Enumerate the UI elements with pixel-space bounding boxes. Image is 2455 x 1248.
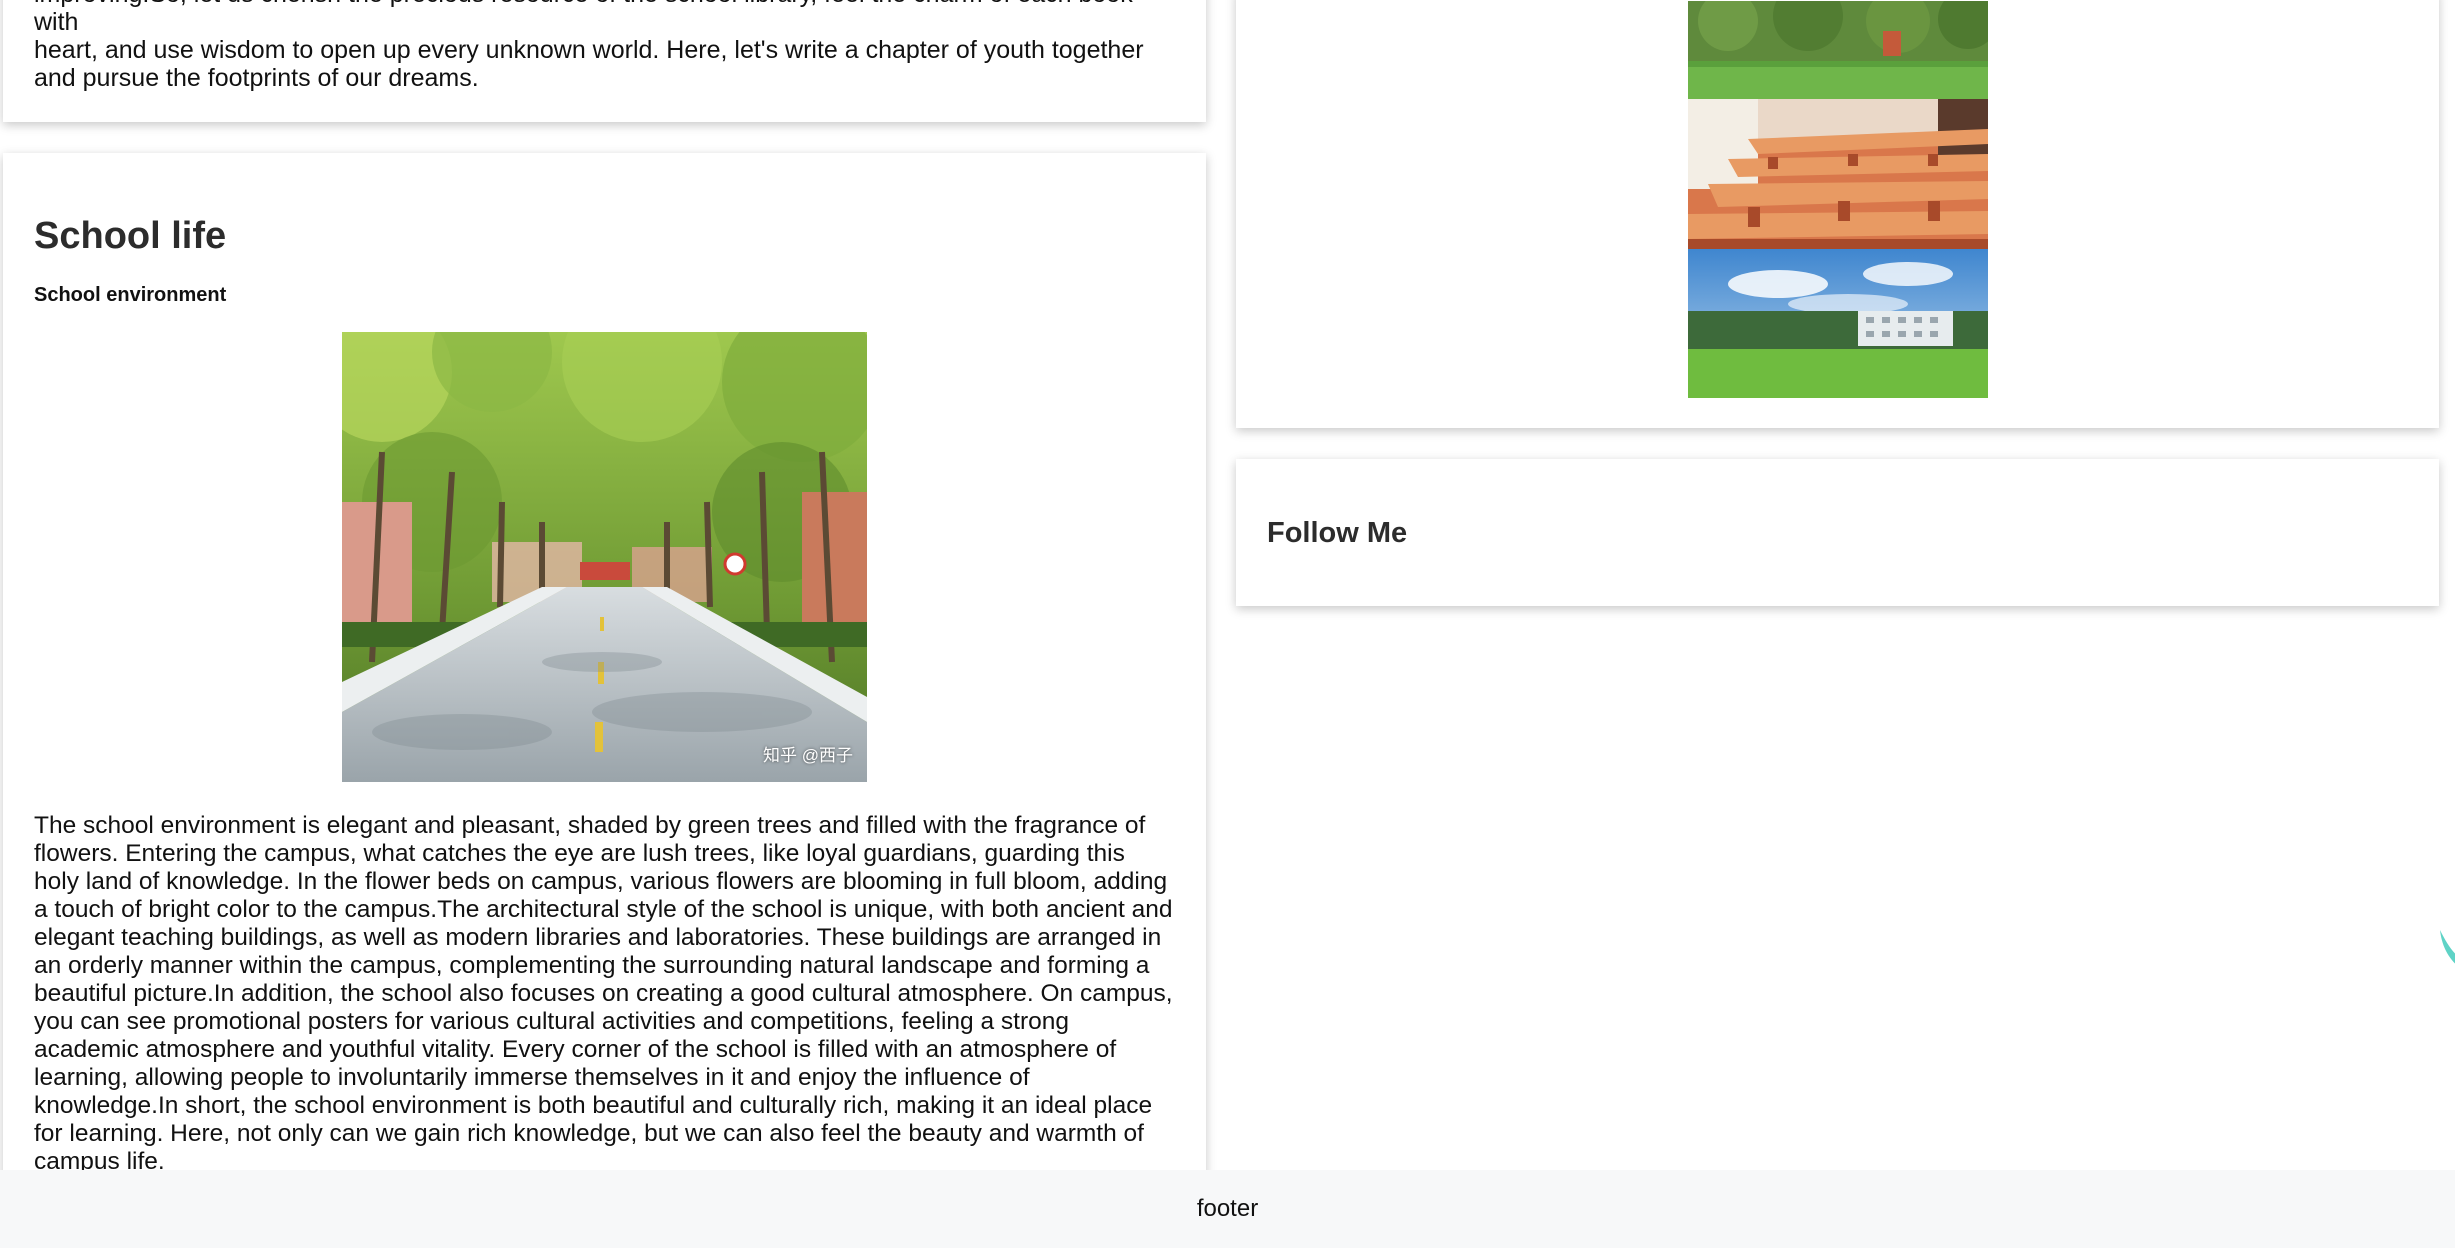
follow-card: Follow Me	[1236, 459, 2439, 606]
school-life-card: School life School environment 知乎 @西子 Th…	[3, 153, 1206, 1248]
section-title: School life	[34, 215, 227, 257]
gallery-card	[1236, 0, 2439, 428]
intro-card: improving.So, let us cherish the preciou…	[3, 0, 1206, 122]
classroom-photo	[1688, 99, 1988, 249]
intro-text: heart, and use wisdom to open up every u…	[34, 36, 1144, 92]
tree-lined-road-photo: 知乎 @西子	[342, 332, 867, 782]
photo-wrap: 知乎 @西子	[34, 332, 1175, 782]
footer-text: footer	[1196, 1195, 1259, 1222]
campus-field-photo	[1688, 249, 1988, 398]
intro-text-partial: improving.So, let us cherish the preciou…	[34, 0, 1133, 36]
campus-lawn-photo	[1688, 0, 1998, 99]
section-subtitle: School environment	[34, 284, 227, 306]
follow-title: Follow Me	[1267, 517, 1408, 549]
photo-watermark: 知乎 @西子	[763, 746, 853, 765]
school-environment-text: The school environment is elegant and pl…	[34, 812, 1173, 1175]
image-gallery	[1688, 0, 1998, 398]
page: improving.So, let us cherish the preciou…	[0, 0, 2455, 1248]
leaf-decoration-icon	[2440, 930, 2455, 964]
footer: footer	[0, 1170, 2455, 1248]
